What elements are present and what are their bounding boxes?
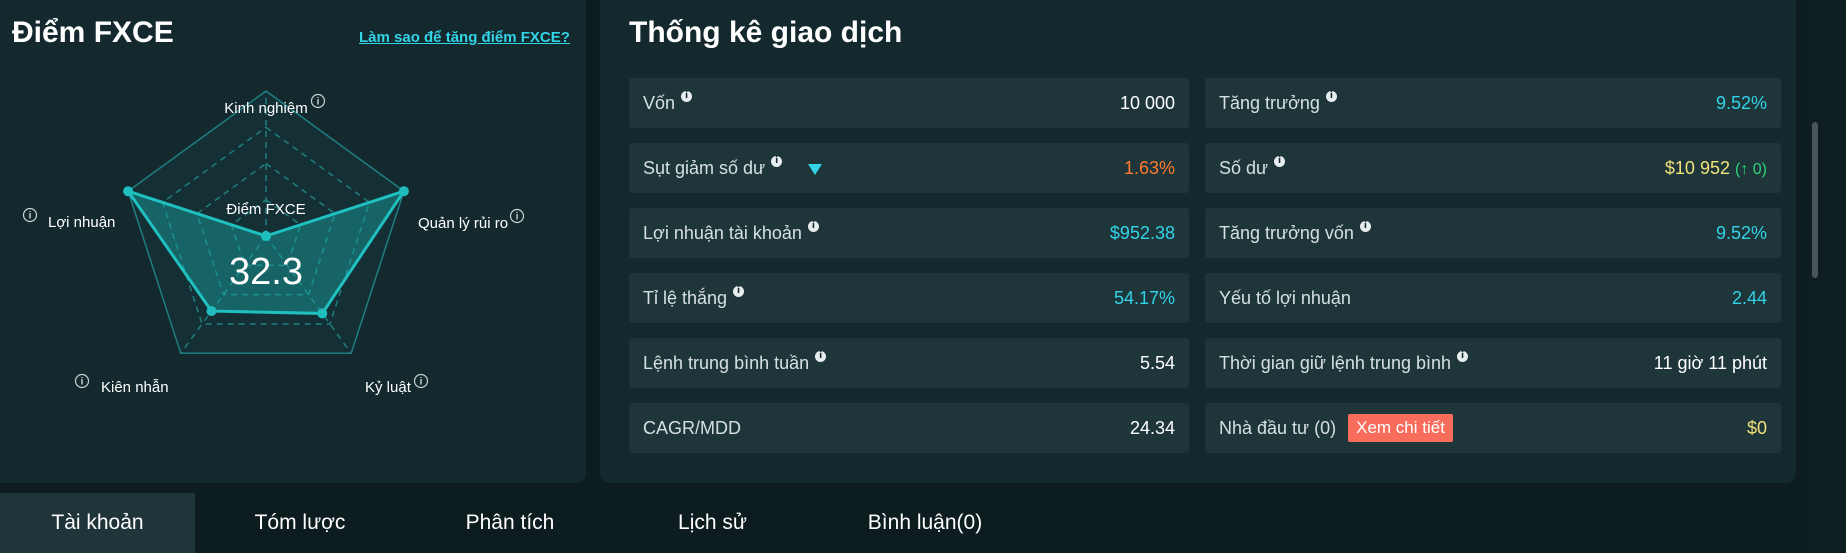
svg-text:i: i [81, 377, 84, 388]
info-icon[interactable]: i [815, 350, 827, 362]
stat-account-profit: Lợi nhuận tài khoản i $952.38 [629, 208, 1189, 258]
info-icon[interactable]: i [310, 93, 326, 109]
info-icon[interactable]: i [509, 208, 525, 224]
fxce-radar-chart: Điểm FXCE 32.3 Kinh nghiệm i Quản lý rủi… [22, 90, 525, 396]
info-icon[interactable]: i [1457, 350, 1468, 362]
radar-center-dot [261, 231, 271, 241]
radar-data-point [123, 186, 134, 197]
radar-data-point [206, 306, 217, 317]
stat-weekly-trades: Lệnh trung bình tuần i 5.54 [629, 338, 1189, 388]
stat-value: $0 [1746, 417, 1767, 438]
info-icon[interactable]: i [413, 373, 429, 389]
scrollbar-thumb[interactable] [1812, 122, 1818, 278]
view-detail-button[interactable]: Xem chi tiết [1348, 414, 1453, 442]
stat-win-rate: Tỉ lệ thắng i 54.17% [629, 273, 1189, 323]
info-icon[interactable]: i [1274, 155, 1286, 167]
stat-label: Thời gian giữ lệnh trung bình [1219, 352, 1451, 373]
stat-value: 1.63% [1123, 157, 1175, 178]
tab-analysis[interactable]: Phân tích [405, 493, 615, 553]
radar-center-label: Điểm FXCE [226, 201, 305, 218]
stat-drawdown: Sụt giảm số dư i 1.63% [629, 143, 1189, 193]
stat-capital: Vốn i 10 000 [629, 78, 1189, 128]
stat-label: Tỉ lệ thắng [643, 287, 728, 308]
stat-cagr-mdd: CAGR/MDD 24.34 [629, 403, 1189, 453]
axis-label-experience: Kinh nghiệm [224, 100, 307, 117]
axis-label-profit: Lợi nhuận [48, 214, 115, 231]
stat-label: CAGR/MDD [643, 417, 741, 438]
info-icon[interactable]: i [681, 90, 693, 102]
info-icon[interactable]: i [1359, 220, 1371, 232]
svg-text:i: i [516, 212, 519, 223]
trading-stats-title: Thống kê giao dịch [629, 16, 903, 49]
stat-label: Lệnh trung bình tuần [643, 352, 810, 373]
stat-label: Tăng trưởng vốn [1219, 222, 1354, 243]
stat-growth: Tăng trưởng i 9.52% [1205, 78, 1781, 128]
stat-label: Yếu tố lợi nhuận [1219, 287, 1351, 308]
stat-value: 2.44 [1731, 287, 1767, 308]
stat-value: 9.52% [1715, 222, 1767, 243]
stat-investors: Nhà đầu tư (0) Xem chi tiết $0 [1205, 403, 1781, 453]
radar-data-point [398, 186, 409, 197]
info-icon[interactable]: i [1325, 90, 1337, 102]
stat-label: Sụt giảm số dư [643, 157, 766, 178]
info-icon[interactable]: i [771, 155, 783, 167]
tab-comments[interactable]: Bình luận(0) [810, 493, 1040, 553]
stat-value: 10 000 [1119, 92, 1175, 113]
stat-label: Vốn [643, 92, 676, 113]
info-icon[interactable]: i [733, 285, 745, 297]
svg-text:i: i [29, 211, 32, 222]
axis-label-discipline: Kỷ luật [365, 379, 412, 396]
stat-capital-growth: Tăng trưởng vốn i 9.52% [1205, 208, 1781, 258]
stat-value: 5.54 [1139, 352, 1175, 373]
svg-text:i: i [420, 377, 423, 388]
stat-avg-hold-time: Thời gian giữ lệnh trung bình i 11 giờ 11… [1205, 338, 1781, 388]
stat-label: Tăng trưởng [1219, 92, 1320, 113]
radar-data-point [317, 308, 328, 319]
tab-account[interactable]: Tài khoản [0, 493, 195, 553]
stat-label: Lợi nhuận tài khoản [643, 222, 802, 243]
info-icon[interactable]: i [74, 373, 90, 389]
tab-summary[interactable]: Tóm lược [195, 493, 405, 553]
axis-label-patience: Kiên nhẫn [101, 379, 169, 396]
stat-balance: Số dư i $10 952 (↑ 0) [1205, 143, 1781, 193]
balance-change: (↑ 0) [1735, 160, 1767, 178]
dropdown-triangle-icon[interactable] [808, 163, 823, 175]
stat-label: Nhà đầu tư (0) [1219, 417, 1337, 438]
balance-value: $10 952 [1664, 157, 1730, 178]
stat-value: 54.17% [1113, 287, 1175, 308]
stat-profit-factor: Yếu tố lợi nhuận 2.44 [1205, 273, 1781, 323]
tab-history[interactable]: Lịch sử [615, 493, 810, 553]
stat-value: 24.34 [1129, 417, 1175, 438]
info-icon[interactable]: i [807, 220, 819, 232]
svg-text:i: i [317, 97, 320, 108]
fxce-score-value: 32.3 [229, 251, 303, 293]
stat-value: $952.38 [1109, 222, 1175, 243]
stat-value: 9.52% [1715, 92, 1767, 113]
account-tabs: Tài khoản Tóm lược Phân tích Lịch sử Bìn… [0, 493, 1846, 553]
axis-label-risk-management: Quản lý rủi ro [418, 215, 508, 232]
stat-label: Số dư [1219, 157, 1269, 178]
stat-value: 11 giờ 11 phút [1653, 352, 1767, 373]
info-icon[interactable]: i [22, 207, 38, 223]
